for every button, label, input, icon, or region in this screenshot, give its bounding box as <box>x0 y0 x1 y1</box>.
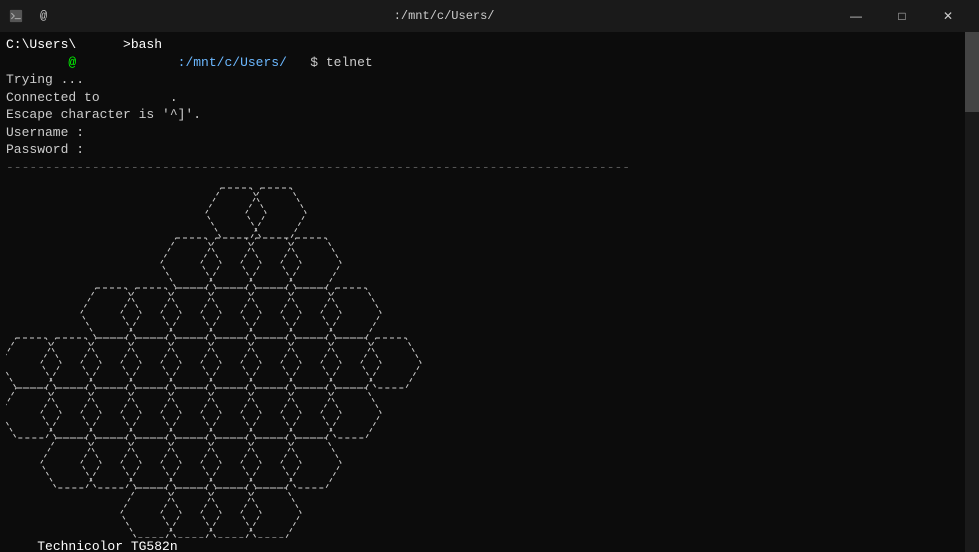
password-line: Password : <box>6 142 84 157</box>
terminal-output: C:\Users\ >bash @ :/mnt/c/Users/ $ telne… <box>6 36 973 552</box>
trying-line: Trying ... <box>6 72 84 87</box>
titlebar-title: :/mnt/c/Users/ <box>55 9 833 23</box>
scrollbar-thumb[interactable] <box>965 32 979 112</box>
minimize-button[interactable]: — <box>833 0 879 32</box>
username-line: Username : <box>6 125 84 140</box>
scrollbar[interactable] <box>965 32 979 552</box>
terminal-icon <box>8 8 24 24</box>
prompt-dir: :/mnt/c/Users/ <box>178 55 287 70</box>
prompt-dollar: $ telnet <box>310 55 372 70</box>
connected-line: Connected to . <box>6 90 178 105</box>
terminal-area[interactable]: C:\Users\ >bash @ :/mnt/c/Users/ $ telne… <box>0 32 979 552</box>
titlebar-controls: — □ ✕ <box>833 0 971 32</box>
dashes-top: ----------------------------------------… <box>6 160 630 175</box>
titlebar-tab1: @ <box>32 7 55 25</box>
ascii-art <box>6 178 426 538</box>
prompt-cmd: >bash <box>123 37 162 52</box>
escape-line: Escape character is '^]'. <box>6 107 201 122</box>
titlebar-left: @ <box>8 7 55 25</box>
titlebar: @ :/mnt/c/Users/ — □ ✕ <box>0 0 979 32</box>
prompt-path: C:\Users\ <box>6 37 76 52</box>
prompt-user: @ <box>68 55 76 70</box>
device-name: Technicolor TG582n <box>37 539 177 552</box>
maximize-button[interactable]: □ <box>879 0 925 32</box>
close-button[interactable]: ✕ <box>925 0 971 32</box>
